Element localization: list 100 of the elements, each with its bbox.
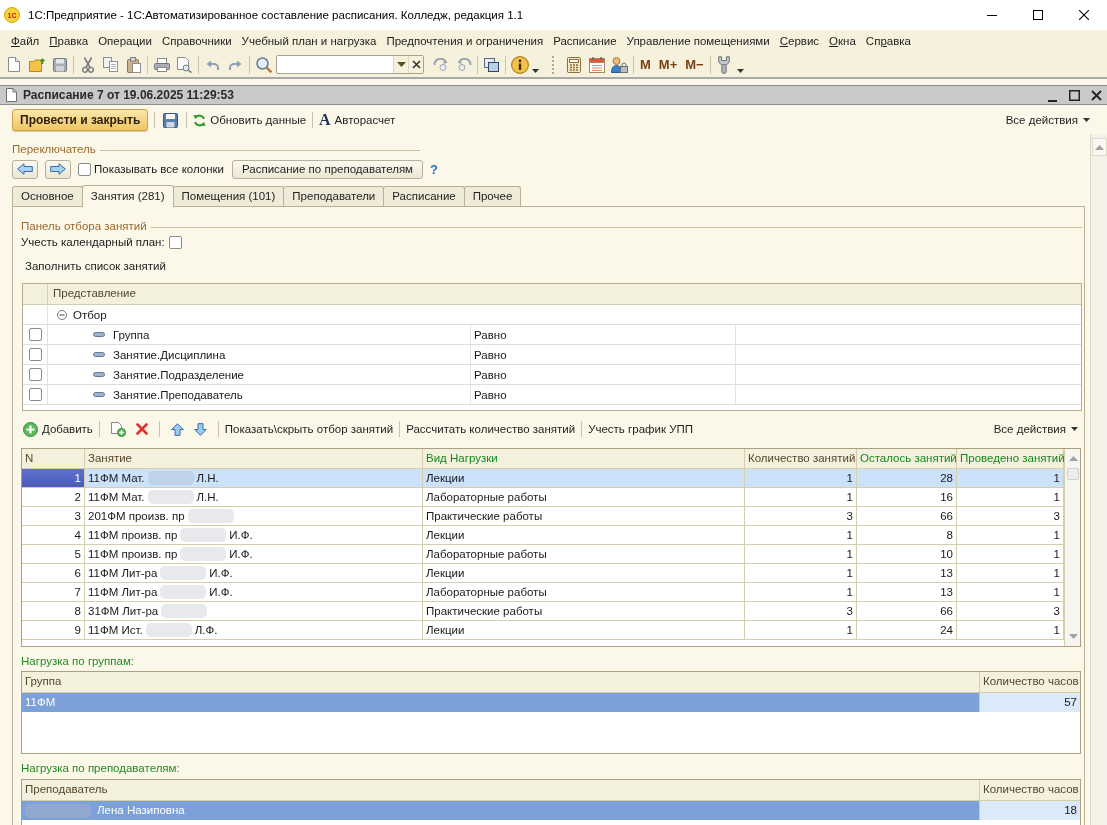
tab[interactable]: Прочее [463,186,522,206]
fill-lessons-button[interactable]: Заполнить список занятий [25,260,166,272]
table-row[interactable]: 5 11ФМ произв. пр И.Ф. Лабораторные работы 1 10 1 [22,545,1064,564]
print-icon[interactable] [153,57,170,72]
tab[interactable]: Помещения (101) [172,186,285,206]
menu-item[interactable]: Файл [6,35,45,47]
dash-icon [93,392,105,397]
search-icon[interactable] [255,56,272,73]
minimize-icon[interactable] [1047,99,1057,102]
menu-item[interactable]: Сервис [774,35,825,47]
menu-item[interactable]: Правка [44,35,94,47]
new-document-icon[interactable] [7,57,20,72]
checkbox[interactable] [28,348,42,361]
close-icon[interactable] [1090,89,1102,101]
caret-icon[interactable] [532,68,539,73]
checkbox[interactable] [28,388,42,401]
tab[interactable]: Основное [12,186,83,206]
post-and-close-button[interactable]: Провести и закрыть [12,109,149,131]
calculate-button[interactable]: Рассчитать количество занятий [406,423,576,435]
memory-button[interactable]: M− [681,57,708,72]
user-lock-icon[interactable] [611,56,628,73]
calendar-icon[interactable] [588,56,605,73]
paste-icon[interactable] [126,56,141,73]
print-preview-icon[interactable] [177,56,192,73]
undo-icon[interactable] [206,59,219,70]
scrollbar-thumb[interactable] [1067,468,1079,480]
dropdown-caret-icon[interactable] [396,62,406,67]
save-icon[interactable] [163,112,179,128]
memory-button[interactable]: M+ [654,57,682,72]
table-row[interactable]: 7 11ФМ Лит-ра И.Ф. Лабораторные работы 1 13 1 [22,583,1064,602]
menu-item[interactable]: Операции [93,35,157,47]
checkbox-label: Учесть календарный план: [21,236,165,248]
forward-button[interactable] [45,159,71,179]
add-button[interactable]: Добавить [23,421,93,437]
copy-add-icon[interactable] [110,421,126,437]
menu-item[interactable]: Учебный план и нагрузка [236,35,382,47]
menu-item[interactable]: Расписание [548,35,622,47]
checkbox[interactable] [168,235,182,249]
lesson-name: 11ФМ произв. пр [88,547,178,562]
delete-icon[interactable] [135,423,148,435]
teacher-schedule-button[interactable]: Расписание по преподавателям [232,159,424,179]
column-header[interactable]: Преподаватель [22,780,980,800]
info-icon[interactable] [510,55,529,74]
column-header[interactable]: Количество часов [980,780,1082,800]
arrow-down-icon[interactable] [193,422,207,436]
wrench-icon[interactable] [718,55,731,74]
scroll-down-icon[interactable] [1068,634,1078,639]
show-hide-filter-button[interactable]: Показать\скрыть отбор занятий [224,423,394,435]
search-field[interactable] [276,55,424,74]
search-arrow-icon[interactable] [455,57,472,72]
memory-button[interactable]: M [636,57,655,72]
tab[interactable]: Преподаватели [283,186,385,206]
table-row[interactable]: 3 201ФМ произв. пр Практические работы 3 66 3 [22,507,1064,526]
search-arrow-icon[interactable] [432,57,449,72]
maximize-icon[interactable] [1033,10,1043,20]
help-link[interactable]: ? [430,161,438,177]
table-row[interactable]: 2 11ФМ Мат. Л.Н. Лабораторные работы 1 16 1 [22,488,1064,507]
table-row[interactable]: 9 11ФМ Ист. Л.Ф. Лекции 1 24 1 [22,621,1064,640]
tab[interactable]: Занятия (281) [81,185,174,207]
autocalc-button[interactable]: A Авторасчет [319,112,396,128]
scrollbar[interactable] [1090,134,1107,825]
menu-item[interactable]: Предпочтения и ограничения [381,35,549,47]
maximize-icon[interactable] [1068,89,1080,101]
close-icon[interactable] [1079,10,1089,20]
table-row[interactable]: 6 11ФМ Лит-ра И.Ф. Лекции 1 13 1 [22,564,1064,583]
menu-item[interactable]: Справка [860,35,916,47]
all-actions-button[interactable]: Все действия [1005,114,1090,126]
scroll-up-icon[interactable] [1068,456,1078,461]
arrow-up-icon[interactable] [170,422,184,436]
calculator-icon[interactable] [566,56,581,73]
checkbox[interactable] [78,162,91,176]
save-icon[interactable] [52,57,67,72]
redo-icon[interactable] [229,59,242,70]
collapse-icon[interactable] [57,309,67,320]
checkbox[interactable] [28,328,42,341]
checkbox[interactable] [28,368,42,381]
copy-icon[interactable] [103,57,118,72]
upp-schedule-button[interactable]: Учесть график УПП [588,423,693,435]
back-button[interactable] [12,159,38,179]
table-row[interactable]: 4 11ФМ произв. пр И.Ф. Лекции 1 8 1 [22,526,1064,545]
scroll-up-icon[interactable] [1094,144,1104,150]
filter-field: Занятие.Подразделение [113,368,244,381]
table-row[interactable]: 11ФМ 57 [22,693,1080,712]
all-actions-button[interactable]: Все действия [993,423,1078,435]
scrollbar[interactable] [1064,449,1080,646]
tab[interactable]: Расписание [383,186,465,206]
menu-item[interactable]: Окна [824,35,861,47]
open-folder-icon[interactable] [28,57,45,72]
table-row[interactable]: 8 31ФМ Лит-ра Практические работы 3 66 3 [22,602,1064,621]
refresh-button[interactable]: Обновить данные [193,113,307,127]
caret-icon[interactable] [736,68,744,73]
column-header[interactable]: Количество часов [980,672,1082,692]
clear-icon[interactable] [411,60,421,69]
menu-item[interactable]: Управление помещениями [621,35,775,47]
windows-icon[interactable] [484,57,499,72]
minimize-icon[interactable] [987,14,997,16]
table-row[interactable]: 1 11ФМ Мат. Л.Н. Лекции 1 28 1 [22,469,1064,488]
column-header[interactable]: Группа [22,672,980,692]
cut-icon[interactable] [81,56,94,73]
menu-item[interactable]: Справочники [156,35,237,47]
